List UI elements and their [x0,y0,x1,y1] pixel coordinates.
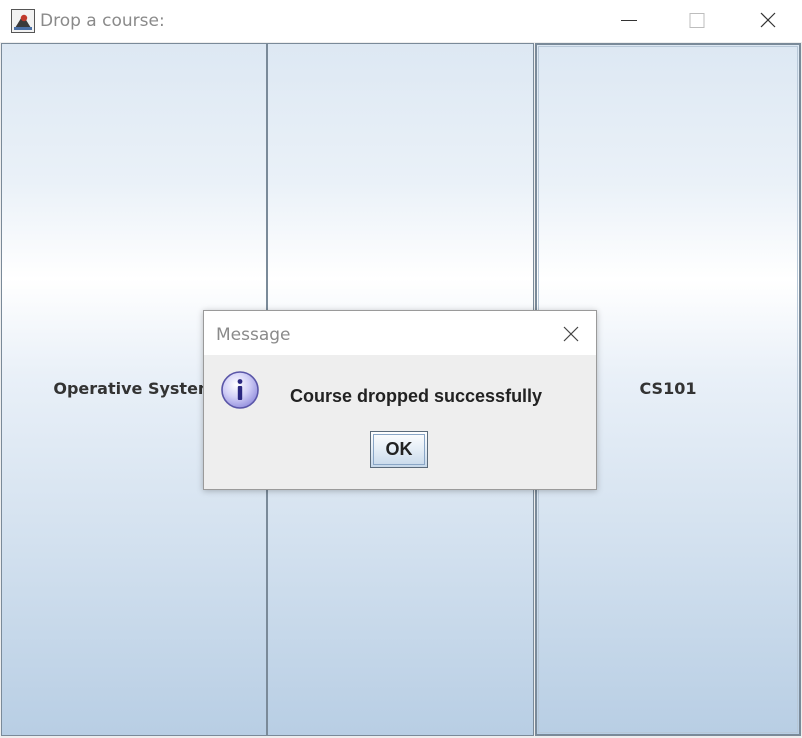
focus-ring [373,434,425,465]
window-title: Drop a course: [40,11,165,31]
dialog-titlebar: Message [204,311,596,355]
close-icon [760,12,776,28]
dialog-title: Message [216,325,291,345]
dialog-close-button[interactable] [556,319,586,349]
information-icon [219,369,261,411]
close-button[interactable] [738,0,798,42]
window-titlebar: Drop a course: [0,0,802,42]
java-app-icon[interactable] [11,9,35,33]
course-label: Operative System [53,379,215,398]
ok-button[interactable]: OK [370,431,428,468]
minimize-button[interactable] [599,0,659,42]
maximize-button[interactable] [667,0,727,42]
dialog-message: Course dropped successfully [290,386,543,406]
close-icon [563,326,579,342]
message-dialog: Message Course dropped successfully OK [203,310,597,490]
maximize-icon [689,13,705,28]
